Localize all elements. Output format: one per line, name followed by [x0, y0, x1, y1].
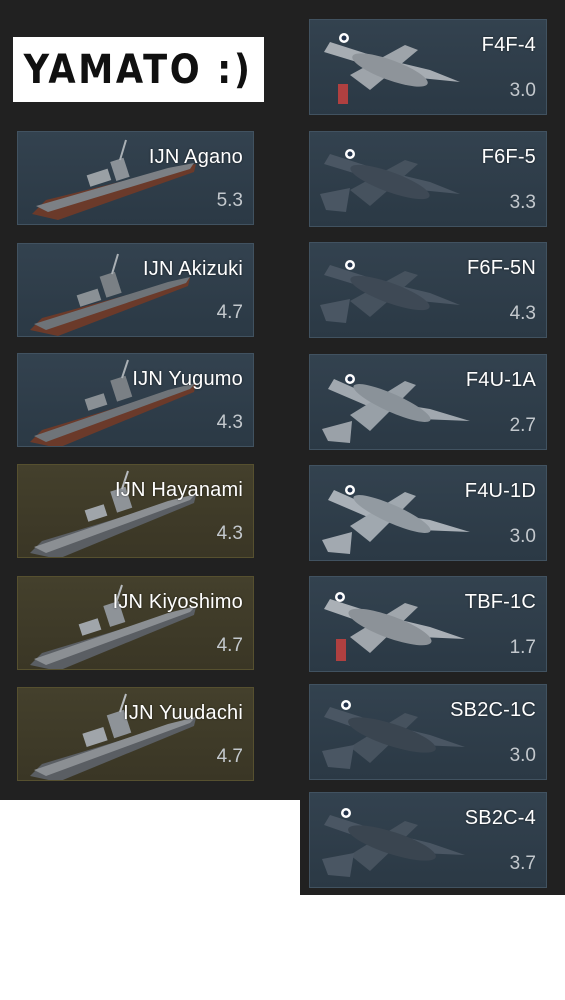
battle-rating: 4.7 [216, 302, 243, 323]
plane-card-sb2c-4[interactable]: SB2C-4 3.7 [309, 792, 547, 888]
battle-rating: 4.3 [509, 303, 536, 324]
battle-rating: 5.3 [216, 190, 243, 211]
plane-card-f6f-5n[interactable]: F6F-5N 4.3 [309, 242, 547, 338]
plane-name: F4F-4 [481, 34, 536, 56]
plane-card-sb2c-1c[interactable]: SB2C-1C 3.0 [309, 684, 547, 780]
battle-rating: 3.0 [509, 526, 536, 547]
plane-card-f6f-5[interactable]: F6F-5 3.3 [309, 131, 547, 227]
ship-card-agano[interactable]: IJN Agano 5.3 [17, 131, 254, 225]
battle-rating: 4.3 [216, 523, 243, 544]
ship-name: IJN Hayanami [115, 479, 243, 501]
ship-card-hayanami[interactable]: IJN Hayanami 4.3 [17, 464, 254, 558]
plane-card-f4u-1d[interactable]: F4U-1D 3.0 [309, 465, 547, 561]
ship-name: IJN Akizuki [142, 258, 243, 280]
ship-name: IJN Agano [148, 146, 243, 168]
battle-rating: 4.7 [216, 746, 243, 767]
battle-rating: 3.0 [509, 745, 536, 766]
plane-name: F4U-1A [465, 369, 536, 391]
ship-card-yugumo[interactable]: IJN Yugumo 4.3 [17, 353, 254, 447]
plane-name: F4U-1D [464, 480, 536, 502]
battle-rating: 1.7 [509, 637, 536, 658]
battle-rating: 3.7 [509, 853, 536, 874]
ship-name: IJN Yuudachi [123, 702, 243, 724]
battle-rating: 3.3 [509, 192, 536, 213]
yamato-title-banner: YAMATO :) [13, 37, 264, 102]
ship-card-akizuki[interactable]: IJN Akizuki 4.7 [17, 243, 254, 337]
plane-card-f4f-4[interactable]: F4F-4 3.0 [309, 19, 547, 115]
battle-rating: 4.7 [216, 635, 243, 656]
battle-rating: 2.7 [509, 415, 536, 436]
plane-name: SB2C-1C [450, 699, 536, 721]
ship-name: IJN Kiyoshimo [112, 591, 243, 613]
plane-card-f4u-1a[interactable]: F4U-1A 2.7 [309, 354, 547, 450]
battle-rating: 3.0 [509, 80, 536, 101]
ship-card-kiyoshimo[interactable]: IJN Kiyoshimo 4.7 [17, 576, 254, 670]
plane-name: F6F-5N [467, 257, 536, 279]
page-title: YAMATO :) [23, 46, 254, 93]
ship-name: IJN Yugumo [132, 368, 243, 390]
plane-card-tbf-1c[interactable]: TBF-1C 1.7 [309, 576, 547, 672]
plane-name: SB2C-4 [464, 807, 536, 829]
ship-card-yuudachi[interactable]: IJN Yuudachi 4.7 [17, 687, 254, 781]
plane-name: F6F-5 [481, 146, 536, 168]
plane-name: TBF-1C [464, 591, 536, 613]
battle-rating: 4.3 [216, 412, 243, 433]
